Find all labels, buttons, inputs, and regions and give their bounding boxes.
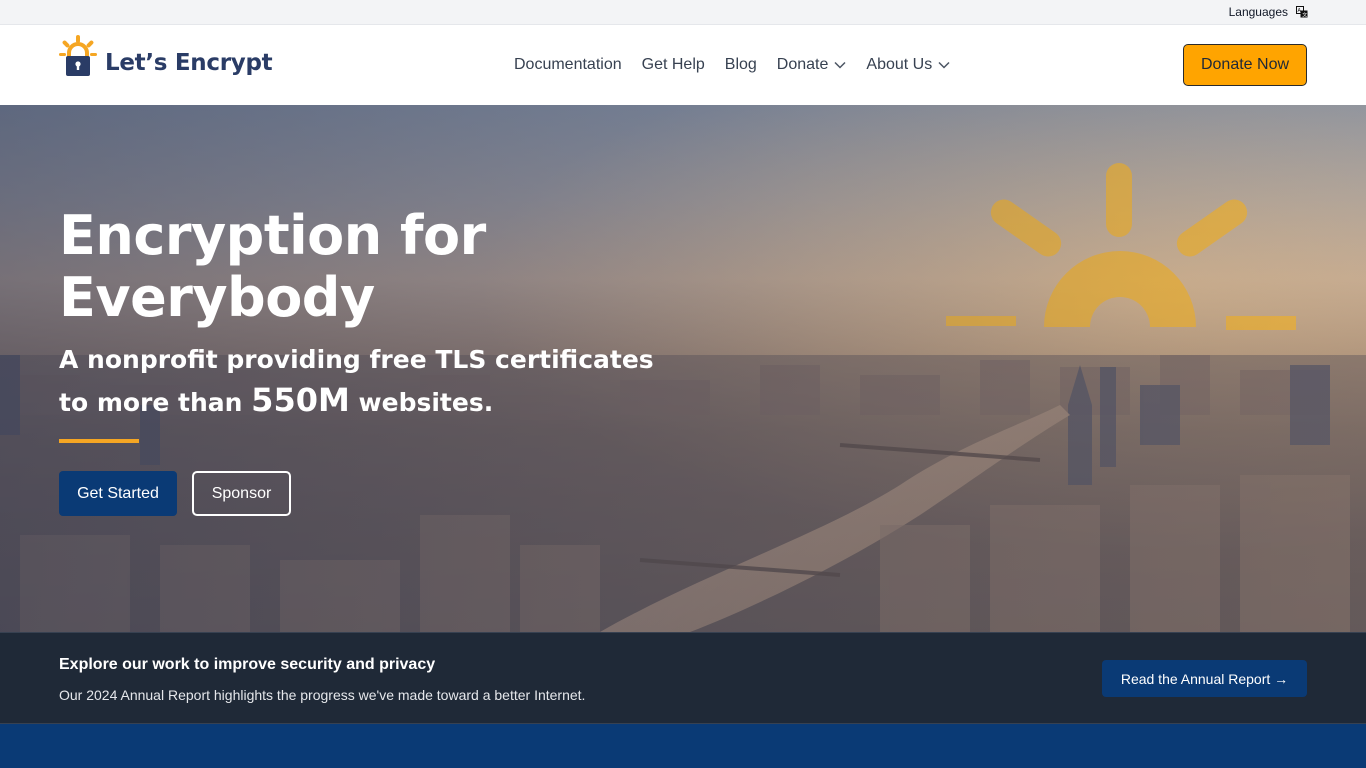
nav-get-help-label: Get Help <box>641 56 705 73</box>
nav-documentation[interactable]: Documentation <box>514 56 622 74</box>
sponsor-button[interactable]: Sponsor <box>192 471 291 516</box>
hero-section: Encryption for Everybody A nonprofit pro… <box>0 105 1366 632</box>
chevron-down-icon <box>938 61 950 69</box>
svg-text:文: 文 <box>1302 12 1307 19</box>
accent-divider <box>59 439 139 443</box>
logo-wordmark: Let’s Encrypt <box>105 50 273 76</box>
hero-title: Encryption for Everybody <box>59 204 486 329</box>
annual-report-banner: Explore our work to improve security and… <box>0 632 1366 724</box>
site-header: Let’s Encrypt Documentation Get Help Blo… <box>0 25 1366 105</box>
language-bar: Languages A 文 <box>0 0 1366 25</box>
site-logo[interactable]: Let’s Encrypt <box>59 35 273 77</box>
main-nav: Documentation Get Help Blog Donate About… <box>514 25 950 105</box>
nav-about-us[interactable]: About Us <box>866 56 950 74</box>
translate-icon: A 文 <box>1296 6 1308 18</box>
svg-text:A: A <box>1298 8 1302 14</box>
read-annual-report-button[interactable]: Read the Annual Report → <box>1102 660 1307 697</box>
nav-donate-label: Donate <box>776 56 829 73</box>
hero-subtitle-text-end: websites. <box>349 388 494 417</box>
nav-documentation-label: Documentation <box>514 56 622 73</box>
get-started-button[interactable]: Get Started <box>59 471 177 516</box>
languages-selector[interactable]: Languages A 文 <box>1229 5 1308 19</box>
nav-about-us-label: About Us <box>866 56 933 73</box>
next-section-band <box>0 724 1366 768</box>
nav-donate[interactable]: Donate <box>777 56 847 74</box>
hero-subtitle: A nonprofit providing free TLS certifica… <box>59 339 679 423</box>
nav-blog[interactable]: Blog <box>725 56 757 74</box>
padlock-sun-logo-icon <box>59 35 97 76</box>
nav-blog-label: Blog <box>724 56 757 73</box>
nav-get-help[interactable]: Get Help <box>642 56 705 74</box>
donate-now-button[interactable]: Donate Now <box>1183 44 1307 86</box>
hero-subtitle-stat: 550M <box>251 381 350 419</box>
report-description: Our 2024 Annual Report highlights the pr… <box>59 687 586 703</box>
report-title: Explore our work to improve security and… <box>59 656 436 673</box>
languages-label: Languages <box>1228 5 1288 19</box>
chevron-down-icon <box>834 61 846 69</box>
